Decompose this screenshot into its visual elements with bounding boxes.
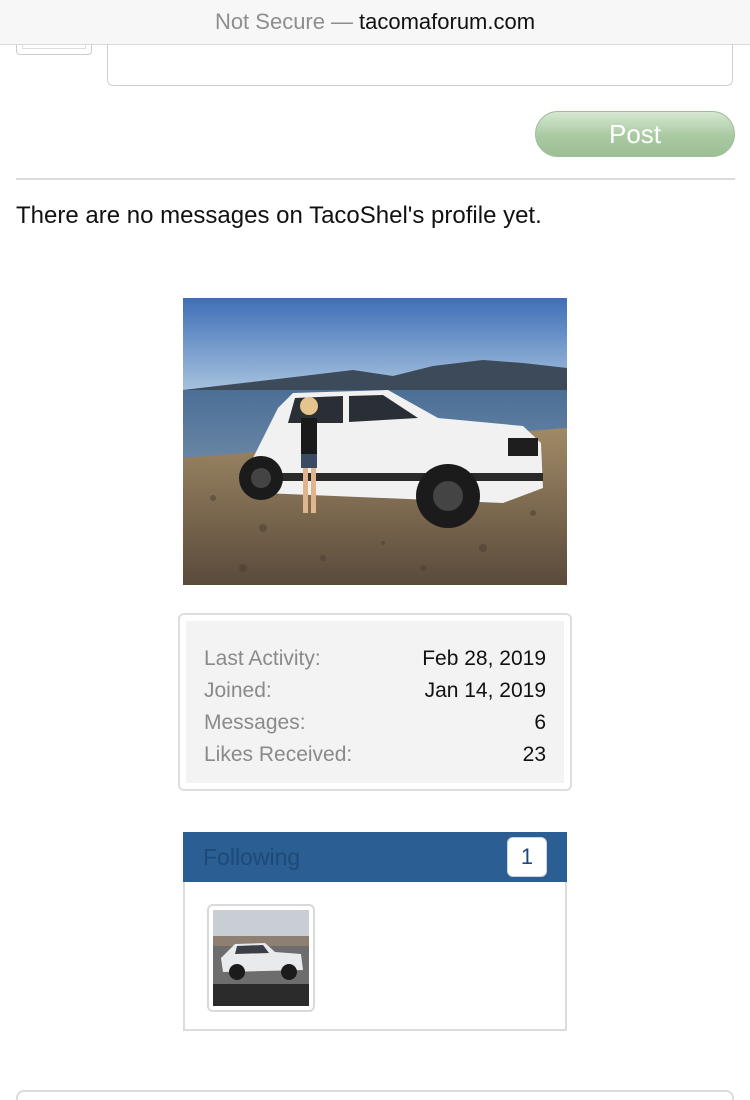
member-stats-panel: Last Activity: Feb 28, 2019 Joined: Jan … [186,621,564,783]
stat-row-likes-received: Likes Received: 23 [204,739,546,771]
followed-user-avatar[interactable] [207,904,315,1012]
truck-photo-image [183,298,567,585]
stat-label: Messages: [204,711,306,734]
no-messages-text: There are no messages on TacoShel's prof… [16,202,542,229]
stat-label: Likes Received: [204,743,353,766]
stat-value: Jan 14, 2019 [424,679,546,702]
stat-row-last-activity: Last Activity: Feb 28, 2019 [204,643,546,675]
following-section: Following 1 [183,832,567,1031]
url-separator: — [331,9,353,34]
next-section-edge [16,1090,734,1100]
stat-value: 23 [522,743,546,766]
stat-row-messages: Messages: 6 [204,707,546,739]
section-divider [16,178,735,180]
member-stats-box: Last Activity: Feb 28, 2019 Joined: Jan … [178,613,572,791]
following-count-badge: 1 [507,837,547,877]
following-header[interactable]: Following 1 [183,832,567,882]
url-domain: tacomaforum.com [359,9,536,34]
browser-address-bar[interactable]: Not Secure — tacomaforum.com [0,0,750,45]
stat-value: Feb 28, 2019 [422,647,546,670]
followed-user-truck-image [213,910,309,1006]
stat-label: Last Activity: [204,647,321,670]
stat-row-joined: Joined: Jan 14, 2019 [204,675,546,707]
security-label: Not Secure [214,9,325,34]
profile-photo[interactable] [183,298,567,585]
post-button[interactable]: Post [535,111,735,157]
stat-label: Joined: [204,679,272,702]
stat-value: 6 [534,711,546,734]
following-title: Following [203,844,301,870]
